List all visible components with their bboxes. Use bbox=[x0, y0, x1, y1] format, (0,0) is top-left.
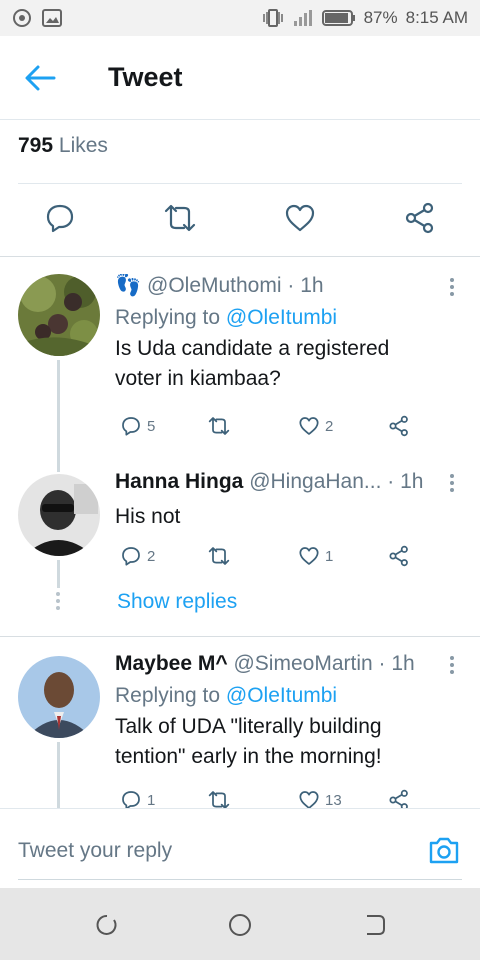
replying-handle-link[interactable]: @OleItumbi bbox=[226, 306, 337, 329]
tweet-content: 👣 @OleMuthomi · 1h Replying to @OleItumb… bbox=[115, 274, 440, 394]
more-options-icon[interactable] bbox=[448, 474, 456, 496]
emoji: 👣 bbox=[115, 274, 142, 297]
battery-percent: 87% bbox=[363, 8, 398, 27]
like-count: 13 bbox=[325, 791, 342, 809]
tweet-author-name[interactable]: Hanna Hinga bbox=[115, 470, 243, 493]
reply-action[interactable]: 2 bbox=[119, 544, 155, 568]
signal-icon bbox=[293, 10, 312, 26]
vibrate-icon bbox=[262, 9, 283, 27]
reply-icon bbox=[122, 417, 140, 436]
tweet-time: · 1h bbox=[287, 274, 324, 297]
reply-action[interactable]: 1 bbox=[119, 788, 155, 808]
share-icon bbox=[389, 415, 408, 437]
replying-to: Replying to @OleItumbi bbox=[115, 684, 440, 708]
replying-label: Replying to bbox=[115, 306, 221, 329]
share-icon[interactable] bbox=[402, 200, 438, 236]
battery-icon bbox=[321, 10, 355, 26]
tweet-time: · 1h bbox=[387, 470, 424, 493]
heart-icon bbox=[299, 417, 319, 435]
reply-count: 5 bbox=[147, 417, 156, 435]
retweet-action[interactable] bbox=[205, 414, 233, 438]
replying-handle-link[interactable]: @OleItumbi bbox=[226, 684, 337, 707]
system-nav-bar bbox=[0, 888, 480, 960]
avatar[interactable] bbox=[18, 274, 100, 356]
heart-icon bbox=[299, 547, 319, 565]
reply-underline bbox=[18, 879, 462, 880]
replying-to: Replying to @OleItumbi bbox=[115, 306, 440, 330]
like-count: 1 bbox=[325, 547, 334, 565]
tweet-time: · 1h bbox=[378, 652, 415, 675]
thread-line bbox=[57, 560, 60, 588]
reply-icon[interactable] bbox=[42, 200, 78, 236]
like-action[interactable]: 1 bbox=[297, 544, 333, 568]
back-icon[interactable] bbox=[362, 912, 388, 938]
back-arrow-icon[interactable] bbox=[24, 64, 56, 92]
tweet-actions: 5 2 bbox=[115, 414, 415, 442]
avatar[interactable] bbox=[18, 474, 100, 556]
like-action[interactable]: 13 bbox=[297, 788, 342, 808]
share-icon bbox=[389, 789, 408, 808]
heart-icon[interactable] bbox=[282, 200, 318, 236]
header: Tweet bbox=[0, 36, 480, 120]
thread-line bbox=[57, 742, 60, 808]
show-replies-link[interactable]: Show replies bbox=[117, 590, 237, 614]
likes-count[interactable]: 795 Likes bbox=[18, 134, 108, 158]
retweet-action[interactable] bbox=[205, 544, 233, 568]
reply-action[interactable]: 5 bbox=[119, 414, 155, 438]
like-action[interactable]: 2 bbox=[297, 414, 333, 438]
heart-icon bbox=[299, 791, 319, 808]
share-icon bbox=[389, 545, 408, 567]
camera-icon[interactable] bbox=[428, 835, 460, 865]
share-action[interactable] bbox=[387, 414, 411, 438]
reply-icon bbox=[122, 547, 140, 566]
avatar[interactable] bbox=[18, 656, 100, 738]
tweet-handle[interactable]: @SimeoMartin bbox=[233, 652, 372, 675]
divider bbox=[0, 636, 480, 637]
thread-continuation-dots bbox=[56, 592, 61, 613]
divider bbox=[0, 256, 480, 257]
tweet-text: Is Uda candidate a registered voter in k… bbox=[115, 337, 390, 390]
home-icon[interactable] bbox=[227, 912, 253, 938]
likes-label: Likes bbox=[58, 134, 108, 157]
reply-input[interactable]: Tweet your reply bbox=[18, 839, 172, 863]
page-title: Tweet bbox=[108, 62, 183, 92]
tweet-handle[interactable]: @OleMuthomi bbox=[147, 274, 282, 297]
reply-icon bbox=[122, 791, 140, 808]
more-options-icon[interactable] bbox=[448, 656, 456, 678]
retweet-icon bbox=[208, 547, 230, 565]
tweet-header: Hanna Hinga @HingaHan... · 1h bbox=[115, 470, 440, 498]
status-bar: 87% 8:15 AM bbox=[0, 0, 480, 36]
retweet-icon bbox=[208, 791, 230, 808]
tweet-content: Maybee M^ @SimeoMartin · 1h Replying to … bbox=[115, 652, 440, 772]
clock: 8:15 AM bbox=[405, 8, 468, 27]
divider bbox=[18, 183, 462, 184]
reply-composer: Tweet your reply bbox=[0, 808, 480, 888]
tweet-author-name[interactable]: Maybee M^ bbox=[115, 652, 228, 675]
tweet-text: Talk of UDA "literally building tention"… bbox=[115, 715, 382, 768]
retweet-icon bbox=[208, 417, 230, 435]
share-action[interactable] bbox=[387, 544, 411, 568]
tweet-action-bar bbox=[0, 200, 480, 242]
recents-icon[interactable] bbox=[94, 912, 120, 938]
reply-count: 1 bbox=[147, 791, 156, 809]
tweet-actions: 2 1 bbox=[115, 544, 415, 572]
more-options-icon[interactable] bbox=[448, 278, 456, 300]
replying-label: Replying to bbox=[115, 684, 221, 707]
tweet-content: Hanna Hinga @HingaHan... · 1h His not bbox=[115, 470, 440, 532]
tweet-text: His not bbox=[115, 505, 181, 528]
tweet-header: 👣 @OleMuthomi · 1h bbox=[115, 274, 440, 302]
tweet-handle[interactable]: @HingaHan... bbox=[249, 470, 381, 493]
reply-count: 2 bbox=[147, 547, 156, 565]
likes-number: 795 bbox=[18, 134, 54, 157]
tweet-actions: 1 13 bbox=[115, 788, 415, 808]
share-action[interactable] bbox=[387, 788, 411, 808]
gallery-icon bbox=[42, 9, 62, 27]
like-count: 2 bbox=[325, 417, 334, 435]
retweet-icon[interactable] bbox=[162, 200, 198, 236]
retweet-action[interactable] bbox=[205, 788, 233, 808]
chrome-icon bbox=[13, 9, 31, 27]
tweet-header: Maybee M^ @SimeoMartin · 1h bbox=[115, 652, 440, 680]
thread-line bbox=[57, 360, 60, 472]
